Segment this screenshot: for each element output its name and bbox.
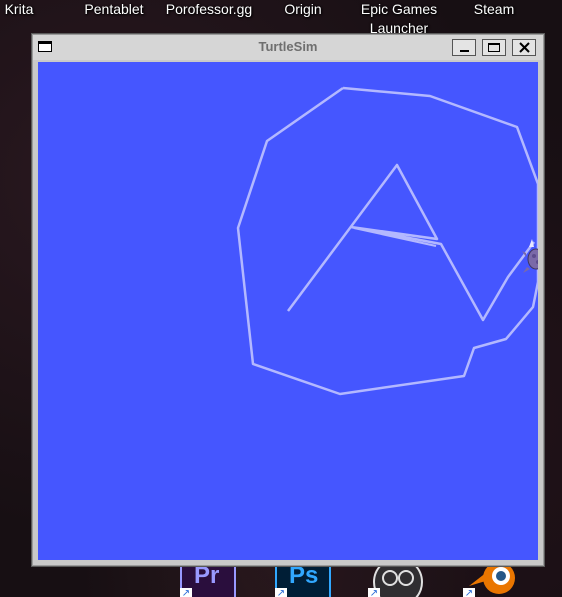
shortcut-label: Epic Games Launcher <box>360 1 438 36</box>
shortcut-origin[interactable]: Origin <box>253 0 353 19</box>
title-bar[interactable]: TurtleSim <box>33 35 543 60</box>
shortcut-arrow-icon: ↗ <box>463 588 475 597</box>
shortcut-label: Porofessor.gg <box>165 1 253 17</box>
desktop: Krita Pentablet Porofessor.gg Origin Epi… <box>0 0 562 597</box>
turtlesim-window[interactable]: TurtleSim <box>32 34 544 566</box>
minimize-button[interactable] <box>452 39 476 56</box>
shortcut-label: Krita <box>4 1 34 17</box>
turtle-trail <box>236 86 538 396</box>
shortcut-arrow-icon: ↗ <box>180 588 192 597</box>
shortcut-epic-games-launcher[interactable]: Epic Games Launcher <box>349 0 449 38</box>
turtlesim-canvas <box>38 62 538 560</box>
minimize-icon <box>459 50 469 52</box>
shortcut-label: Pentablet <box>84 1 144 17</box>
shortcut-arrow-icon: ↗ <box>275 588 287 597</box>
pen-trail-inner <box>286 163 536 322</box>
shortcut-label: Origin <box>284 1 322 17</box>
shortcut-arrow-icon: ↗ <box>368 588 380 597</box>
maximize-button[interactable] <box>482 39 506 56</box>
close-icon <box>518 42 530 53</box>
shortcut-label: Steam <box>473 1 515 17</box>
pen-trail-outer <box>236 86 538 396</box>
shortcut-krita[interactable]: Krita <box>0 0 69 19</box>
close-button[interactable] <box>512 39 536 56</box>
shortcut-steam[interactable]: Steam <box>444 0 544 19</box>
shortcut-pentablet[interactable]: Pentablet <box>64 0 164 19</box>
shortcut-porofessor[interactable]: Porofessor.gg <box>159 0 259 19</box>
maximize-icon <box>488 43 500 52</box>
